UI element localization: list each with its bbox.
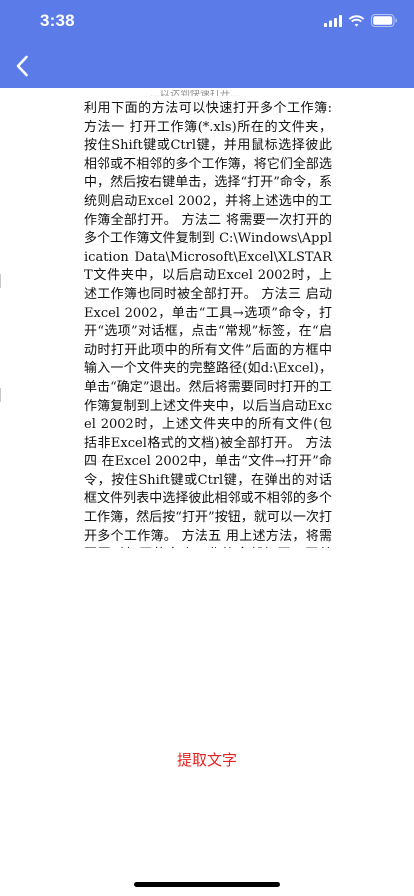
status-bar: 3:38 [0,0,414,44]
chevron-left-icon [16,55,28,77]
home-indicator [134,882,280,887]
wifi-icon [348,14,365,27]
back-button[interactable] [4,48,40,84]
nav-bar [0,44,414,88]
signal-icon [324,14,342,27]
extract-text-button[interactable]: 提取文字 [157,744,257,774]
page-edge-mark [0,388,1,402]
document-top-clipped-line: …以达到快速打开… [150,90,240,96]
status-icons [324,14,398,27]
document-text: 利用下面的方法可以快速打开多个工作簿: 方法一 打开工作簿(*.xls)所在的文… [84,101,332,548]
document-image: …以达到快速打开… 利用下面的方法可以快速打开多个工作簿: 方法一 打开工作簿(… [0,88,414,548]
battery-icon [371,14,397,27]
page-edge-mark [0,274,1,288]
status-time: 3:38 [40,11,75,30]
